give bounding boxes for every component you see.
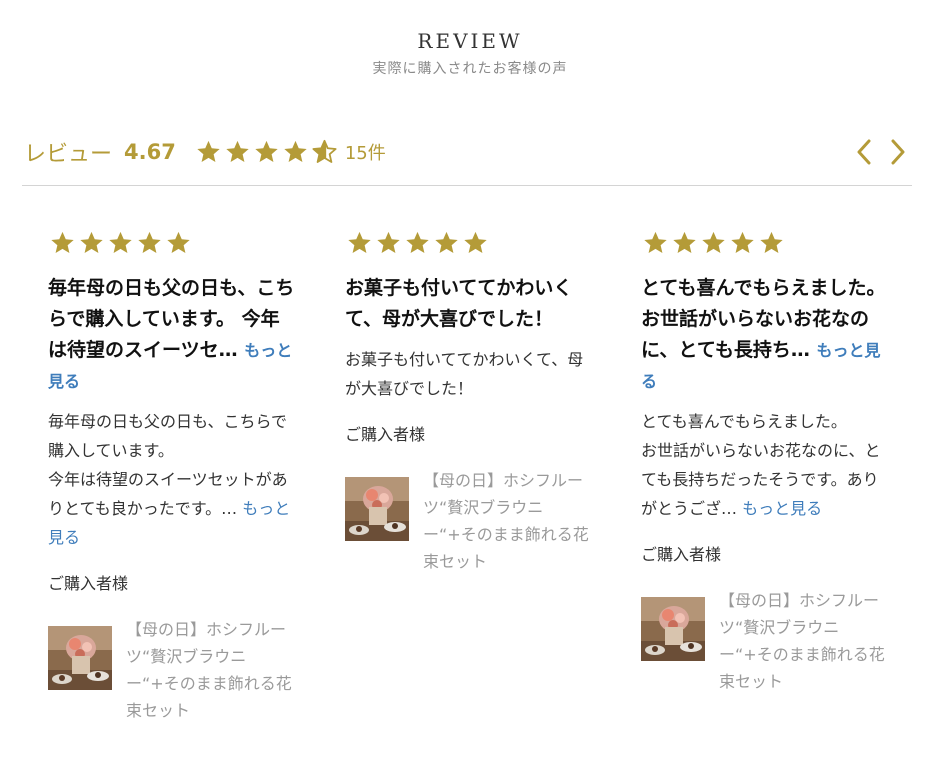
review-label: レビュー bbox=[24, 142, 113, 167]
section-title: REVIEW bbox=[417, 29, 523, 53]
star-icon bbox=[464, 231, 487, 254]
average-score: 4.67 bbox=[124, 140, 176, 164]
chevron-right-icon bbox=[891, 139, 905, 165]
product-name[interactable]: 【母の日】ホシフルーツ“贅沢ブラウニー“+そのまま飾れる花束セット bbox=[423, 467, 593, 575]
review-stars bbox=[48, 228, 296, 258]
star-icon bbox=[80, 231, 103, 254]
divider bbox=[22, 185, 912, 186]
star-half-icon bbox=[312, 139, 337, 163]
review-body: とても喜んでもらえました。 お世話がいらないお花なのに、とても長持ちだったそうです… bbox=[641, 407, 889, 523]
chevron-left-icon bbox=[857, 139, 871, 165]
star-icon bbox=[702, 231, 725, 254]
star-icon bbox=[284, 140, 307, 163]
star-icon bbox=[644, 231, 667, 254]
product-thumbnail[interactable] bbox=[345, 477, 409, 541]
buyer-label: ご購入者様 bbox=[345, 425, 426, 444]
review-body: 毎年母の日も父の日も、こちらで購入しています。 今年は待望のスイーツセットがありと… bbox=[48, 407, 296, 552]
product-thumbnail[interactable] bbox=[48, 626, 112, 690]
review-title-text: お菓子も付いててかわいくて、母が大喜びでした！ bbox=[345, 277, 573, 330]
star-icon bbox=[406, 231, 429, 254]
rating-summary: レビュー 4.67 15件 bbox=[24, 136, 912, 168]
product-name[interactable]: 【母の日】ホシフルーツ“贅沢ブラウニー“+そのまま飾れる花束セット bbox=[126, 616, 296, 724]
product-link[interactable]: 【母の日】ホシフルーツ“贅沢ブラウニー“+そのまま飾れる花束セット bbox=[48, 616, 296, 724]
review-stars bbox=[345, 228, 593, 258]
review-body-text: お菓子も付いててかわいくて、母が大喜びでした！ bbox=[345, 350, 584, 398]
review-card: とても喜んでもらえました。 お世話がいらないお花なのに、とても長持ち… もっと見… bbox=[641, 228, 889, 695]
star-icon bbox=[109, 231, 132, 254]
review-title: とても喜んでもらえました。 お世話がいらないお花なのに、とても長持ち… もっと見… bbox=[641, 273, 889, 397]
star-icon bbox=[673, 231, 696, 254]
section-header: REVIEW 実際に購入されたお客様の声 bbox=[0, 28, 940, 78]
product-name[interactable]: 【母の日】ホシフルーツ“贅沢ブラウニー“+そのまま飾れる花束セット bbox=[719, 587, 889, 695]
carousel-nav bbox=[844, 136, 912, 168]
star-icon bbox=[226, 140, 249, 163]
star-icon bbox=[731, 231, 754, 254]
star-icon bbox=[255, 140, 278, 163]
buyer-label: ご購入者様 bbox=[48, 574, 129, 593]
review-count: 15件 bbox=[344, 143, 386, 164]
product-link[interactable]: 【母の日】ホシフルーツ“贅沢ブラウニー“+そのまま飾れる花束セット bbox=[345, 467, 593, 575]
review-stars bbox=[641, 228, 889, 258]
buyer-label: ご購入者様 bbox=[641, 545, 722, 564]
star-icon bbox=[197, 140, 220, 163]
product-link[interactable]: 【母の日】ホシフルーツ“贅沢ブラウニー“+そのまま飾れる花束セット bbox=[641, 587, 889, 695]
average-rating-stars bbox=[194, 138, 339, 166]
star-icon bbox=[760, 231, 783, 254]
star-icon bbox=[348, 231, 371, 254]
star-icon bbox=[138, 231, 161, 254]
review-card: お菓子も付いててかわいくて、母が大喜びでした！ お菓子も付いててかわいくて、母が… bbox=[345, 228, 593, 575]
next-button[interactable] bbox=[884, 136, 912, 168]
review-card: 毎年母の日も父の日も、こちらで購入しています。 今年は待望のスイーツセ… もっと… bbox=[48, 228, 296, 724]
star-icon bbox=[51, 231, 74, 254]
star-icon bbox=[435, 231, 458, 254]
product-thumbnail[interactable] bbox=[641, 597, 705, 661]
star-icon bbox=[377, 231, 400, 254]
previous-button[interactable] bbox=[850, 136, 878, 168]
section-subtitle: 実際に購入されたお客様の声 bbox=[372, 61, 568, 77]
star-icon bbox=[167, 231, 190, 254]
body-more-link[interactable]: もっと見る bbox=[742, 499, 822, 518]
review-body: お菓子も付いててかわいくて、母が大喜びでした！ bbox=[345, 345, 593, 403]
review-title: お菓子も付いててかわいくて、母が大喜びでした！ bbox=[345, 273, 593, 335]
review-title: 毎年母の日も父の日も、こちらで購入しています。 今年は待望のスイーツセ… もっと… bbox=[48, 273, 296, 397]
